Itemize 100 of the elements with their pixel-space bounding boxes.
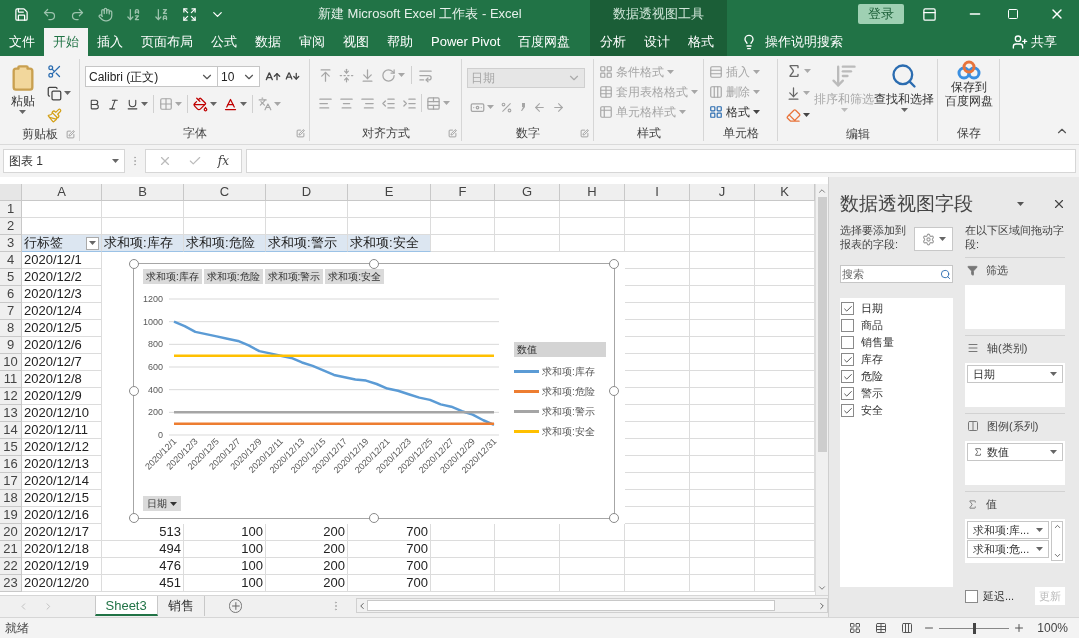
ribbon-tab[interactable]: 数据 [246, 28, 290, 56]
sort-ascending-icon[interactable] [126, 6, 141, 22]
redo-icon[interactable] [70, 6, 85, 22]
font-size-select[interactable]: 10 [218, 66, 260, 87]
ribbon-tab[interactable]: 文件 [0, 28, 44, 56]
expand-icon[interactable] [182, 6, 197, 22]
field-label[interactable]: 危险 [861, 368, 883, 385]
ribbon-tab[interactable]: 帮助 [378, 28, 422, 56]
field-label[interactable]: 商品 [861, 317, 883, 334]
area-field-button[interactable]: 数值 [967, 443, 1063, 461]
orientation-icon[interactable] [381, 67, 396, 83]
bold-icon[interactable] [88, 97, 101, 111]
format-painter-icon[interactable] [47, 107, 62, 123]
row-header[interactable]: 1 [0, 201, 22, 218]
save-icon[interactable] [14, 6, 29, 22]
ribbon-tab[interactable]: 设计 [635, 28, 679, 56]
row-header[interactable]: 19 [0, 507, 22, 524]
resize-handle[interactable] [369, 513, 379, 523]
middle-align-icon[interactable] [339, 67, 354, 83]
fill-color-icon[interactable] [193, 96, 208, 112]
fill-icon[interactable] [786, 85, 801, 101]
wrap-text-icon[interactable] [418, 67, 433, 83]
area-scrollbar[interactable] [1051, 521, 1063, 561]
name-box[interactable]: 图表 1 [3, 149, 125, 173]
row-header[interactable]: 4 [0, 252, 22, 269]
scroll-down-icon[interactable] [1052, 551, 1062, 560]
filter-dropdown-button[interactable] [86, 236, 99, 250]
ribbon-tab[interactable]: 格式 [679, 28, 723, 56]
scroll-up-icon[interactable] [817, 186, 827, 196]
editing-button[interactable]: 查找和选择 [874, 60, 934, 126]
search-field[interactable]: 搜索 [840, 265, 953, 283]
resize-handle[interactable] [129, 513, 139, 523]
increase-decimal-icon[interactable] [533, 100, 546, 114]
sheet-tab[interactable]: 销售 [157, 596, 205, 616]
italic-icon[interactable] [107, 97, 120, 111]
hand-icon[interactable] [98, 6, 113, 22]
copy-icon[interactable] [47, 85, 62, 101]
ribbon-tab[interactable]: 公式 [202, 28, 246, 56]
cells-menu-button[interactable]: 格式 [709, 102, 760, 122]
row-header[interactable]: 6 [0, 286, 22, 303]
vertical-scrollbar[interactable] [815, 184, 828, 595]
row-header[interactable]: 13 [0, 405, 22, 422]
field-filter-button[interactable]: 求和项:警示 [264, 269, 324, 284]
lightbulb-icon[interactable] [741, 34, 757, 50]
comma-style-icon[interactable] [520, 102, 526, 112]
resize-handle[interactable] [129, 259, 139, 269]
horizontal-scrollbar[interactable] [356, 598, 828, 613]
column-header[interactable]: J [690, 184, 755, 201]
scroll-up-icon[interactable] [1052, 522, 1062, 531]
zoom-in-icon[interactable] [1013, 622, 1026, 634]
insert-function-button[interactable]: fx [217, 152, 229, 170]
font-color-icon[interactable] [223, 96, 238, 112]
zoom-level[interactable]: 100% [1037, 619, 1068, 637]
row-header[interactable]: 16 [0, 456, 22, 473]
checkbox[interactable] [841, 404, 854, 417]
row-header[interactable]: 22 [0, 558, 22, 575]
indent-increase-icon[interactable] [402, 95, 417, 111]
font-family-select[interactable]: Calibri (正文) [85, 66, 218, 87]
row-header[interactable]: 11 [0, 371, 22, 388]
column-header[interactable]: K [755, 184, 815, 201]
paste-button[interactable]: 粘贴 [5, 60, 40, 126]
field-filter-button[interactable]: 求和项:安全 [325, 269, 385, 284]
row-header[interactable]: 2 [0, 218, 22, 235]
checkbox[interactable] [841, 319, 854, 332]
settings-button[interactable] [914, 227, 953, 251]
page-layout-icon[interactable] [875, 622, 888, 634]
field-filter-button[interactable]: 求和项:库存 [143, 269, 202, 284]
column-header[interactable]: I [625, 184, 690, 201]
column-header[interactable]: F [431, 184, 495, 201]
zoom-slider-thumb[interactable] [973, 622, 977, 634]
decrease-decimal-icon[interactable] [552, 100, 565, 114]
align-center-icon[interactable] [339, 95, 354, 111]
bottom-align-icon[interactable] [360, 67, 375, 83]
column-header[interactable]: E [348, 184, 431, 201]
row-header[interactable]: 18 [0, 490, 22, 507]
area-field-button[interactable]: 求和项:库... [967, 521, 1049, 539]
scroll-down-icon[interactable] [817, 583, 827, 593]
resize-handle[interactable] [609, 513, 619, 523]
column-header[interactable]: H [560, 184, 625, 201]
ribbon-tab[interactable]: 分析 [591, 28, 635, 56]
area-field-button[interactable]: 求和项:危... [967, 540, 1049, 558]
tell-me-search[interactable]: 操作说明搜索 [765, 32, 843, 52]
row-header[interactable]: 3 [0, 235, 22, 252]
row-header[interactable]: 7 [0, 303, 22, 320]
share-button[interactable]: 共享 [1012, 28, 1057, 56]
checkbox[interactable] [965, 589, 978, 603]
dialog-launcher-icon[interactable] [296, 129, 305, 138]
align-left-icon[interactable] [318, 95, 333, 111]
underline-icon[interactable] [126, 97, 139, 111]
indent-decrease-icon[interactable] [381, 95, 396, 111]
scissors-icon[interactable] [47, 63, 62, 79]
maximize-icon[interactable] [1007, 8, 1019, 20]
row-header[interactable]: 10 [0, 354, 22, 371]
field-label[interactable]: 日期 [861, 300, 883, 317]
ribbon-tab[interactable]: 视图 [334, 28, 378, 56]
undo-icon[interactable] [42, 6, 57, 22]
zoom-slider-track[interactable] [939, 622, 1010, 634]
row-header[interactable]: 8 [0, 320, 22, 337]
ribbon-tab[interactable]: 开始 [44, 28, 88, 56]
align-right-icon[interactable] [360, 95, 375, 111]
